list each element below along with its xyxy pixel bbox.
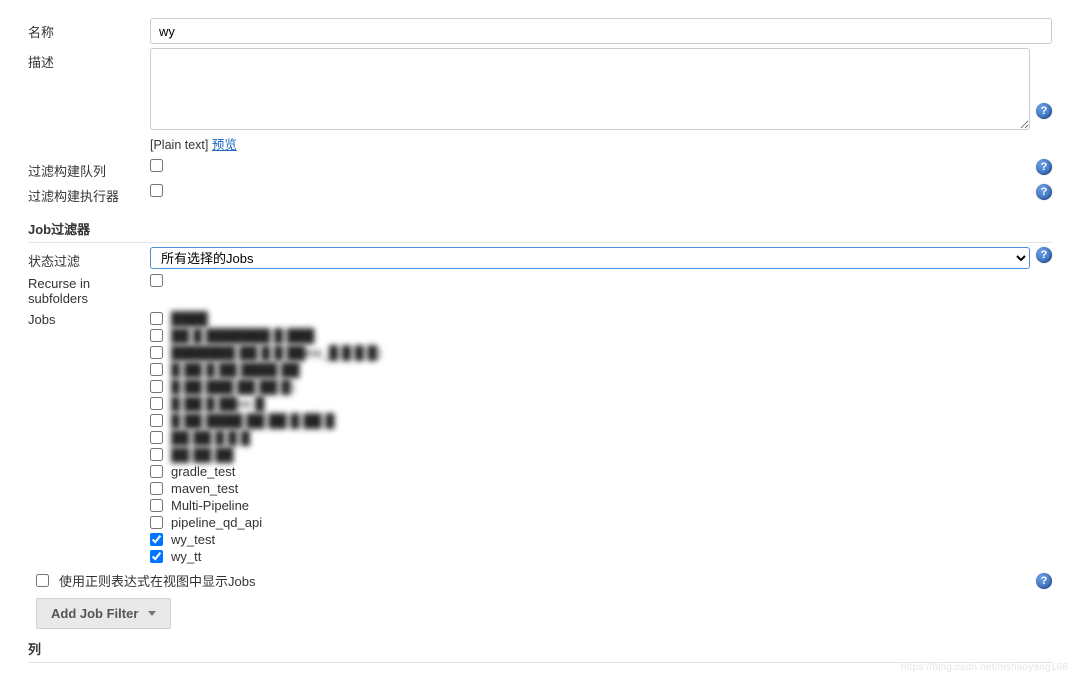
help-icon[interactable]: ?	[1036, 103, 1052, 119]
job-label: ██ ██ █ █ █	[171, 430, 250, 445]
help-icon[interactable]: ?	[1036, 247, 1052, 263]
desc-hint-prefix: [Plain text]	[150, 138, 212, 152]
label-filter-queue: 过滤构建队列	[28, 157, 150, 180]
job-item: wy_test	[150, 531, 381, 547]
job-item: ██ █ ███████ █ ███	[150, 327, 381, 343]
job-checkbox[interactable]	[150, 482, 163, 495]
job-checkbox[interactable]	[150, 533, 163, 546]
status-filter-select[interactable]: 所有选择的Jobs	[150, 247, 1030, 269]
job-label: █ ██ ███ ██ ██ █)	[171, 379, 295, 394]
job-item: Multi-Pipeline	[150, 497, 381, 513]
job-item: █ ██ █ ██ ████ ██	[150, 361, 381, 377]
job-checkbox[interactable]	[150, 499, 163, 512]
job-item: █ ██ ███ ██ ██ █)	[150, 378, 381, 394]
job-item: █ ██ ████ ██ ██ █ ██ █	[150, 412, 381, 428]
section-job-filter: Job过滤器	[28, 213, 1052, 238]
job-checkbox[interactable]	[150, 363, 163, 376]
job-item: █ ██ █ ██ee █	[150, 395, 381, 411]
help-icon[interactable]: ?	[1036, 573, 1052, 589]
job-label: wy_test	[171, 532, 215, 547]
job-checkbox[interactable]	[150, 397, 163, 410]
filter-build-queue-checkbox[interactable]	[150, 159, 163, 172]
job-label: wy_tt	[171, 549, 201, 564]
name-input[interactable]	[150, 18, 1052, 44]
filter-executors-checkbox[interactable]	[150, 184, 163, 197]
job-item: pipeline_qd_api	[150, 514, 381, 530]
use-regex-checkbox[interactable]	[36, 574, 49, 587]
label-jobs: Jobs	[28, 308, 150, 327]
job-item: gradle_test	[150, 463, 381, 479]
add-job-filter-label: Add Job Filter	[51, 606, 138, 621]
job-label: ██ ██ ██	[171, 447, 234, 462]
job-checkbox[interactable]	[150, 380, 163, 393]
job-label: █ ██ █ ██ee █	[171, 396, 264, 411]
job-checkbox[interactable]	[150, 465, 163, 478]
jobs-list: ████ ██ █ ███████ █ ███ ███████ ██ █ █ ██e…	[150, 308, 381, 565]
add-job-filter-button[interactable]: Add Job Filter	[36, 598, 171, 629]
chevron-down-icon	[148, 611, 156, 616]
job-item: ███████ ██ █ █ ██ew_█ █ █ █)	[150, 344, 381, 360]
job-label: gradle_test	[171, 464, 235, 479]
job-item: maven_test	[150, 480, 381, 496]
label-status-filter: 状态过滤	[28, 247, 150, 270]
job-checkbox[interactable]	[150, 346, 163, 359]
label-recurse: Recurse in subfolders	[28, 272, 150, 306]
watermark: https://blog.csdn.net/nishaoyang168	[901, 662, 1068, 673]
job-label: ███████ ██ █ █ ██ew_█ █ █ █)	[171, 345, 381, 360]
job-item: ██ ██ █ █ █	[150, 429, 381, 445]
divider	[28, 662, 1052, 663]
job-label: █ ██ ████ ██ ██ █ ██ █	[171, 413, 334, 428]
job-item: ██ ██ ██	[150, 446, 381, 462]
description-hint: [Plain text] 预览	[150, 134, 1030, 153]
label-name: 名称	[28, 18, 150, 41]
help-icon[interactable]: ?	[1036, 184, 1052, 200]
divider	[28, 242, 1052, 243]
job-label: pipeline_qd_api	[171, 515, 262, 530]
help-icon[interactable]: ?	[1036, 159, 1052, 175]
job-checkbox[interactable]	[150, 516, 163, 529]
job-checkbox[interactable]	[150, 448, 163, 461]
job-label: maven_test	[171, 481, 238, 496]
label-filter-executors: 过滤构建执行器	[28, 182, 150, 205]
job-checkbox[interactable]	[150, 329, 163, 342]
preview-link[interactable]: 预览	[212, 138, 237, 152]
job-label: █ ██ █ ██ ████ ██	[171, 362, 300, 377]
section-columns: 列	[28, 639, 1052, 658]
job-label: Multi-Pipeline	[171, 498, 249, 513]
job-label: ██ █ ███████ █ ███	[171, 328, 314, 343]
label-description: 描述	[28, 48, 150, 71]
job-item: ████	[150, 310, 381, 326]
job-checkbox[interactable]	[150, 414, 163, 427]
label-use-regex: 使用正则表达式在视图中显示Jobs	[59, 571, 1030, 590]
description-textarea[interactable]	[150, 48, 1030, 130]
job-label: ████	[171, 311, 208, 326]
recurse-subfolders-checkbox[interactable]	[150, 274, 163, 287]
job-checkbox[interactable]	[150, 550, 163, 563]
job-checkbox[interactable]	[150, 312, 163, 325]
job-checkbox[interactable]	[150, 431, 163, 444]
job-item: wy_tt	[150, 548, 381, 564]
